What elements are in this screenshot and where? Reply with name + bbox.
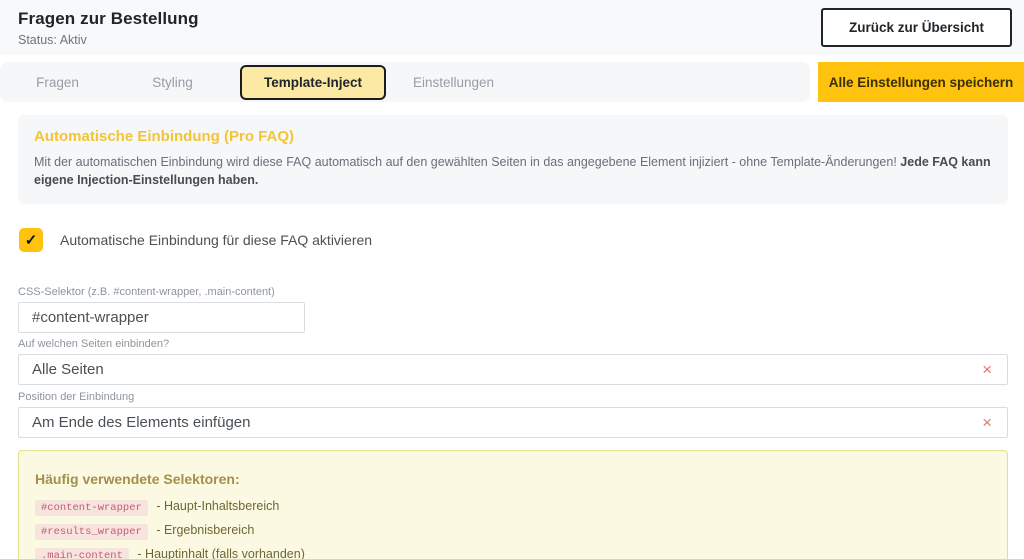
selector-item: .main-content - Hauptinhalt (falls vorha… xyxy=(35,547,991,559)
selector-code: .main-content xyxy=(35,548,129,559)
pages-select[interactable]: Alle Seiten × xyxy=(18,354,1008,385)
info-box-description: Mit der automatischen Einbindung wird di… xyxy=(34,153,992,189)
selector-item: #results_wrapper - Ergebnisbereich xyxy=(35,523,991,538)
activate-checkbox-row: ✓ Automatische Einbindung für diese FAQ … xyxy=(18,228,1008,252)
position-clear-icon[interactable]: × xyxy=(982,414,994,431)
tab-einstellungen[interactable]: Einstellungen xyxy=(396,75,511,90)
selector-item: #content-wrapper - Haupt-Inhaltsbereich xyxy=(35,499,991,514)
activate-checkbox-label: Automatische Einbindung für diese FAQ ak… xyxy=(60,232,372,248)
css-selector-input[interactable] xyxy=(18,302,305,333)
status-text: Status: Aktiv xyxy=(18,33,199,47)
page-header: Fragen zur Bestellung Status: Aktiv Zurü… xyxy=(0,0,1024,55)
selector-description: - Ergebnisbereich xyxy=(156,523,254,537)
info-box: Automatische Einbindung (Pro FAQ) Mit de… xyxy=(18,115,1008,204)
checkmark-icon: ✓ xyxy=(25,233,38,248)
position-select[interactable]: Am Ende des Elements einfügen × xyxy=(18,407,1008,438)
position-field: Position der Einbindung Am Ende des Elem… xyxy=(18,391,1008,438)
pages-label: Auf welchen Seiten einbinden? xyxy=(18,338,1008,350)
tab-bar: Fragen Styling Template-Inject Einstellu… xyxy=(0,62,810,102)
selector-description: - Hauptinhalt (falls vorhanden) xyxy=(137,547,304,559)
activate-checkbox[interactable]: ✓ xyxy=(19,228,43,252)
selector-code: #results_wrapper xyxy=(35,524,148,540)
tab-styling[interactable]: Styling xyxy=(115,75,230,90)
header-title-block: Fragen zur Bestellung Status: Aktiv xyxy=(18,9,199,47)
position-label: Position der Einbindung xyxy=(18,391,1008,403)
save-all-settings-button[interactable]: Alle Einstellungen speichern xyxy=(818,62,1024,102)
main-content: Automatische Einbindung (Pro FAQ) Mit de… xyxy=(0,102,1024,559)
pages-field: Auf welchen Seiten einbinden? Alle Seite… xyxy=(18,338,1008,385)
pages-select-value: Alle Seiten xyxy=(32,361,104,378)
tab-template-inject[interactable]: Template-Inject xyxy=(240,65,386,100)
selectors-box-title: Häufig verwendete Selektoren: xyxy=(35,471,991,487)
position-select-value: Am Ende des Elements einfügen xyxy=(32,414,250,431)
selector-code: #content-wrapper xyxy=(35,500,148,516)
selectors-help-box: Häufig verwendete Selektoren: #content-w… xyxy=(18,450,1008,559)
tab-fragen[interactable]: Fragen xyxy=(0,75,115,90)
page-title: Fragen zur Bestellung xyxy=(18,9,199,29)
tab-bar-row: Fragen Styling Template-Inject Einstellu… xyxy=(0,62,1024,102)
css-selector-field: CSS-Selektor (z.B. #content-wrapper, .ma… xyxy=(18,286,1008,333)
back-to-overview-button[interactable]: Zurück zur Übersicht xyxy=(821,8,1012,47)
info-box-title: Automatische Einbindung (Pro FAQ) xyxy=(34,128,992,145)
info-box-description-text: Mit der automatischen Einbindung wird di… xyxy=(34,155,897,169)
pages-clear-icon[interactable]: × xyxy=(982,361,994,378)
css-selector-label: CSS-Selektor (z.B. #content-wrapper, .ma… xyxy=(18,286,1008,298)
selector-description: - Haupt-Inhaltsbereich xyxy=(156,499,279,513)
